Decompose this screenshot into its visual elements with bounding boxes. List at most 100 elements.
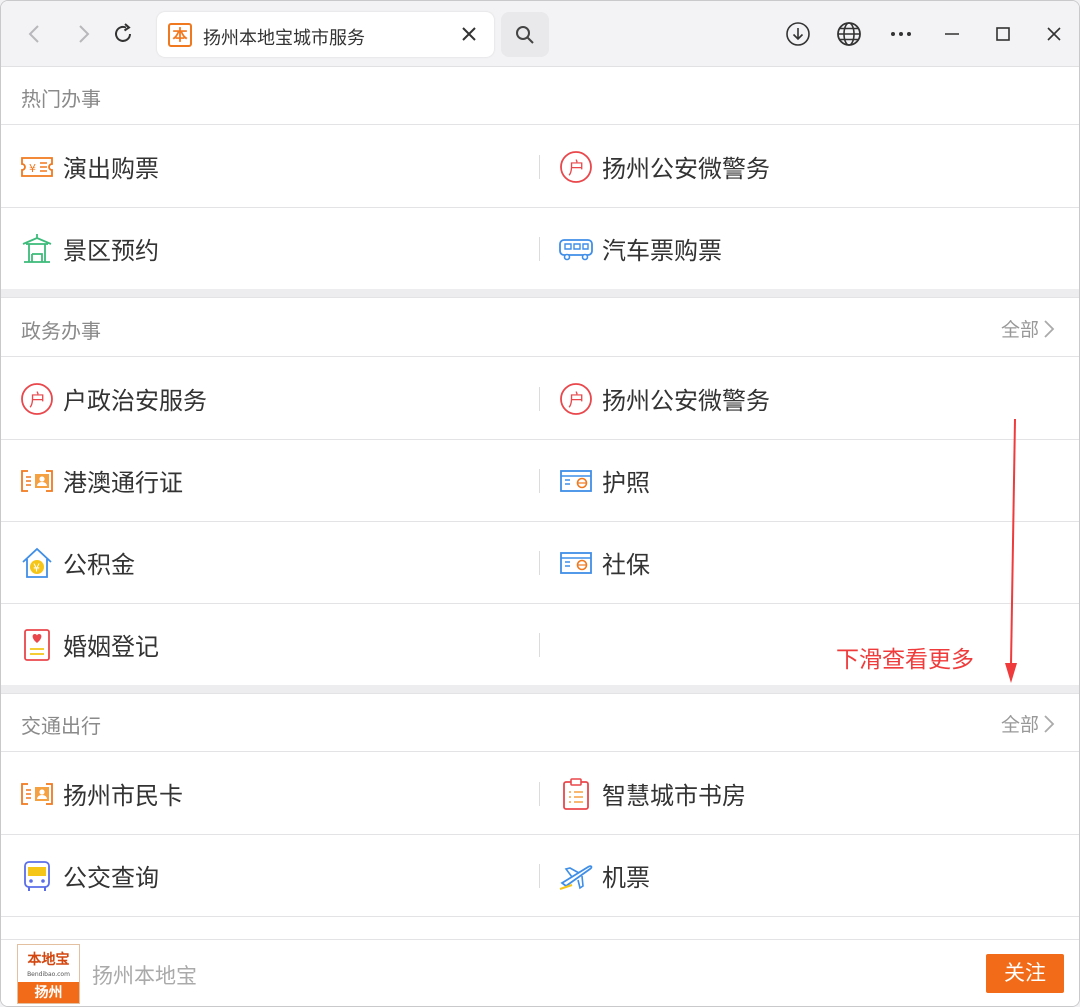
service-item[interactable]: ¥ 演出购票 [19, 126, 159, 207]
service-label: 公积金 [63, 551, 135, 579]
service-label: 港澳通行证 [63, 469, 183, 497]
language-button[interactable] [829, 15, 869, 53]
service-item[interactable]: 景区预约 [19, 208, 159, 289]
service-item[interactable]: 公交查询 [19, 835, 159, 916]
list-row: 公交查询 机票 [1, 835, 1079, 917]
globe-icon [837, 22, 861, 46]
chevron-right-icon [1044, 319, 1055, 338]
bus-side-icon [558, 231, 594, 267]
title-bar: 本 扬州本地宝城市服务 [1, 1, 1079, 67]
service-item[interactable]: 扬州市民卡 [19, 753, 183, 834]
browser-tab[interactable]: 本 扬州本地宝城市服务 [157, 12, 494, 57]
pavilion-icon [19, 231, 55, 267]
svg-text:¥: ¥ [29, 162, 36, 175]
bendibao-logo[interactable]: 本地宝 Bendibao.com 扬州 [17, 944, 80, 1004]
section-gap [1, 289, 1079, 298]
divider [539, 551, 540, 575]
section-title: 政务办事 [21, 319, 101, 343]
service-item[interactable]: 汽车票购票 [558, 208, 722, 289]
service-item[interactable]: 机票 [558, 835, 650, 916]
service-label: 演出购票 [63, 155, 159, 183]
chevron-right-icon [79, 25, 90, 43]
house-fund-icon: ¥ [19, 545, 55, 581]
scroll-hint-text: 下滑查看更多 [836, 647, 974, 673]
download-icon [786, 22, 810, 46]
footer-bar: 本地宝 Bendibao.com 扬州 扬州本地宝 关注 [1, 939, 1079, 1006]
service-item[interactable]: 护照 [558, 440, 650, 521]
search-button[interactable] [501, 12, 549, 57]
reload-button[interactable] [105, 15, 141, 53]
service-label: 公交查询 [63, 864, 159, 892]
service-label: 婚姻登记 [63, 633, 159, 661]
tab-title: 扬州本地宝城市服务 [203, 28, 365, 49]
marriage-cert-icon [19, 627, 55, 663]
service-label: 汽车票购票 [602, 237, 722, 265]
divider [539, 469, 540, 493]
id-card-icon [19, 463, 55, 499]
forward-button[interactable] [65, 15, 101, 53]
service-item[interactable]: 婚姻登记 [19, 604, 159, 685]
reload-icon [115, 23, 131, 42]
service-label: 扬州公安微警务 [602, 387, 770, 415]
view-all-label: 全部 [1000, 714, 1039, 736]
list-row: ¥ 演出购票 户 扬州公安微警务 [1, 126, 1079, 208]
bus-front-icon [19, 858, 55, 894]
service-item[interactable]: 智慧城市书房 [558, 753, 746, 834]
scroll-arrow-annotation [1005, 418, 1017, 683]
close-icon [1047, 27, 1061, 41]
service-item[interactable]: 社保 [558, 522, 650, 603]
logo-city: 扬州 [18, 982, 79, 1003]
divider [539, 387, 540, 411]
section-header-gov: 政务办事 全部 [1, 299, 1079, 357]
divider [539, 864, 540, 888]
service-item[interactable]: ¥ 公积金 [19, 522, 135, 603]
more-dots-icon [891, 32, 911, 36]
favicon-icon: 本 [168, 23, 192, 47]
service-item[interactable]: 户 户政治安服务 [19, 358, 207, 439]
svg-text:户: 户 [568, 159, 585, 179]
view-all-link[interactable]: 全部 [1001, 315, 1055, 342]
service-item[interactable]: 港澳通行证 [19, 440, 183, 521]
svg-text:¥: ¥ [33, 561, 40, 574]
section-header-hot: 热门办事 [1, 67, 1079, 125]
tab-close-button[interactable] [458, 23, 480, 45]
view-all-label: 全部 [1000, 319, 1039, 341]
list-row: 景区预约 汽车票购票 [1, 208, 1079, 290]
account-name: 扬州本地宝 [92, 964, 197, 988]
chevron-left-icon [28, 25, 39, 43]
minimize-button[interactable] [932, 15, 972, 53]
police-hu-icon: 户 [558, 381, 594, 417]
ticket-icon: ¥ [19, 149, 55, 185]
service-label: 户政治安服务 [63, 387, 207, 415]
close-icon [462, 27, 476, 41]
logo-brand: 本地宝 [27, 952, 70, 968]
clipboard-icon [558, 776, 594, 812]
maximize-icon [996, 27, 1010, 41]
follow-button[interactable]: 关注 [986, 954, 1064, 993]
section-title: 热门办事 [21, 87, 101, 111]
list-row: 户 户政治安服务 户 扬州公安微警务 [1, 358, 1079, 440]
more-button[interactable] [881, 15, 921, 53]
view-all-link[interactable]: 全部 [1001, 710, 1055, 737]
logo-url: Bendibao.com [27, 971, 70, 978]
search-icon [516, 25, 534, 44]
divider [539, 633, 540, 657]
download-button[interactable] [778, 15, 818, 53]
page-content: 热门办事 ¥ 演出购票 户 扬州公安微警务 景区预约 汽车票购票 政务办事 全部… [1, 67, 1079, 939]
minimize-icon [945, 33, 959, 35]
maximize-button[interactable] [983, 15, 1023, 53]
divider [539, 237, 540, 261]
back-button[interactable] [17, 15, 53, 53]
service-label: 智慧城市书房 [602, 782, 746, 810]
window-close-button[interactable] [1034, 15, 1074, 53]
police-hu-icon: 户 [19, 381, 55, 417]
service-item[interactable]: 户 扬州公安微警务 [558, 358, 770, 439]
service-item[interactable]: 户 扬州公安微警务 [558, 126, 770, 207]
service-label: 景区预约 [63, 237, 159, 265]
section-title: 交通出行 [21, 714, 101, 738]
browser-window: 本 扬州本地宝城市服务 热门办事 ¥ 演出购票 户 扬州公安微警务 景区预约 汽… [0, 0, 1080, 1007]
id-card-icon [19, 776, 55, 812]
divider [539, 155, 540, 179]
divider [539, 782, 540, 806]
list-row: 扬州市民卡 智慧城市书房 [1, 753, 1079, 835]
